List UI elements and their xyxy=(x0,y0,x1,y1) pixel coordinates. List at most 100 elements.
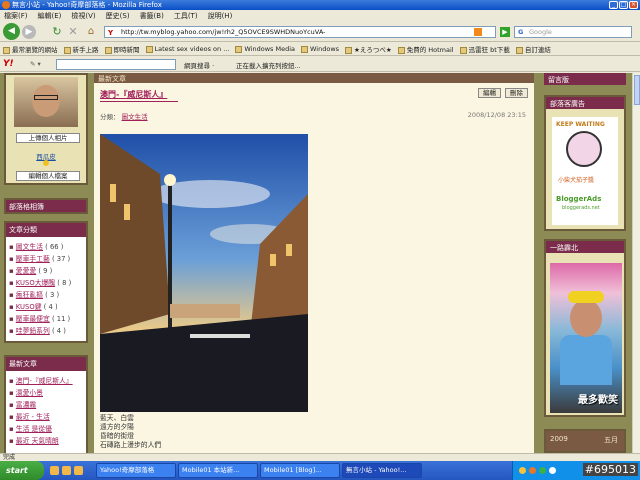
delete-button[interactable]: 刪除 xyxy=(505,88,528,98)
reload-icon[interactable]: ↻ xyxy=(50,25,64,39)
menu-help[interactable]: 說明(H) xyxy=(208,11,233,21)
yahoo-toolbar: Y! ✎ ▾ 網頁搜尋 · 正在載入擴充列按鈕... xyxy=(0,57,640,72)
menu-view[interactable]: 檢視(V) xyxy=(71,11,95,21)
start-button[interactable]: start xyxy=(0,461,44,480)
bookmark-icon xyxy=(345,46,353,54)
rss-icon[interactable] xyxy=(474,28,482,36)
pencil-icon[interactable]: ✎ ▾ xyxy=(30,60,41,68)
go-button[interactable]: ▶ xyxy=(500,27,510,37)
url-bar[interactable]: Y http://tw.myblog.yahoo.com/jw!rh2_Q5OV… xyxy=(104,26,496,38)
scrollbar-thumb[interactable] xyxy=(634,75,640,105)
ad-title: 部落客廣告 xyxy=(546,97,624,109)
category-item: 壓車手工藝 ( 37 ) xyxy=(9,252,83,264)
ad-keep-text: KEEP WAITING xyxy=(556,121,605,128)
category-title: 文章分類 xyxy=(6,223,86,237)
list-item: 澴愛小景 xyxy=(9,386,83,398)
bookmark-icon xyxy=(515,46,523,54)
post-actions: 編輯 刪除 xyxy=(478,88,528,98)
window-title: 無言小站 - Yahoo!奇摩部落格 - Mozilla Firefox xyxy=(12,1,162,9)
photo-box: 一路霹北 最多歡笑 xyxy=(544,239,626,417)
menu-bookmarks[interactable]: 書籤(B) xyxy=(140,11,164,21)
sidebar-photo[interactable]: 最多歡笑 xyxy=(550,263,622,413)
calendar-header: 2009 五月 xyxy=(544,429,626,453)
vertical-scrollbar[interactable] xyxy=(632,73,640,453)
tray-icon[interactable] xyxy=(519,467,526,474)
quick-launch-icon[interactable] xyxy=(50,466,59,475)
guestbook-header[interactable]: 留言版 xyxy=(544,73,626,85)
list-item: 澳門-『威尼斯人』 xyxy=(9,374,83,386)
maximize-button[interactable]: □ xyxy=(619,1,628,9)
menu-history[interactable]: 歷史(S) xyxy=(106,11,130,21)
edit-profile-button[interactable]: 編輯個人檔案 xyxy=(16,171,80,181)
recent-post-link[interactable]: 澳門-『威尼斯人』 xyxy=(16,377,73,385)
yahoo-logo-icon[interactable]: Y! xyxy=(3,59,14,69)
recent-post-link[interactable]: 生活 是從優 xyxy=(16,425,52,433)
bookmark-item[interactable]: ★えろつべ★ xyxy=(345,44,392,54)
category-link[interactable]: 壓車最便宜 xyxy=(16,315,50,323)
category-link[interactable]: KUSO大爆醜 xyxy=(16,279,55,287)
bookmark-icon xyxy=(397,46,405,54)
taskbar-item[interactable]: Mobile01 [Blog]... xyxy=(260,463,340,478)
photo-label: 最多歡笑 xyxy=(578,395,618,406)
menu-edit[interactable]: 編輯(E) xyxy=(38,11,62,21)
status-bar: 完成 xyxy=(0,453,640,461)
minimize-button[interactable]: _ xyxy=(609,1,618,9)
post-date: 2008/12/08 23:15 xyxy=(467,111,526,119)
post-title[interactable]: 澳門-『威尼斯人』 xyxy=(100,89,178,102)
quick-launch-icon[interactable] xyxy=(74,466,83,475)
tray-icon[interactable] xyxy=(529,467,536,474)
post-category-link[interactable]: 圖文生活 xyxy=(122,113,148,121)
home-icon[interactable]: ⌂ xyxy=(84,25,98,39)
category-box: 文章分類 圖文生活 ( 66 ) 壓車手工藝 ( 37 ) 愛愛愛 ( 9 ) … xyxy=(4,221,88,343)
bookmark-item[interactable]: 迅雷狂 bt下載 xyxy=(459,44,510,54)
close-button[interactable]: × xyxy=(629,1,638,9)
stop-icon[interactable]: ✕ xyxy=(66,25,80,39)
category-link[interactable]: 哇夢鉛系列 xyxy=(16,327,50,335)
menu-tools[interactable]: 工具(T) xyxy=(174,11,198,21)
recent-post-link[interactable]: 澴愛小景 xyxy=(16,389,43,397)
category-link[interactable]: 瘋狂亂摳 xyxy=(16,291,43,299)
quick-launch-icon[interactable] xyxy=(62,466,71,475)
category-link[interactable]: 壓車手工藝 xyxy=(16,255,50,263)
post-photo[interactable] xyxy=(100,134,308,412)
taskbar-item[interactable]: Mobile01 本站新... xyxy=(178,463,258,478)
back-button[interactable]: ◀ xyxy=(3,23,20,40)
bookmark-item[interactable]: 免費的 Hotmail xyxy=(397,44,454,54)
tray-icon[interactable] xyxy=(539,467,546,474)
recent-post-link[interactable]: 最近 天氣晴朗 xyxy=(16,437,59,445)
category-link[interactable]: KUSO鍵 xyxy=(16,303,42,311)
yahoo-search-button[interactable]: 網頁搜尋 · xyxy=(184,60,214,70)
list-item: 最近 天氣晴朗 xyxy=(9,434,83,446)
list-item: 生活 是從優 xyxy=(9,422,83,434)
taskbar-item[interactable]: Yahoo!奇摩部落格 xyxy=(96,463,176,478)
recent-post-link[interactable]: 最近 - 生活 xyxy=(16,413,50,421)
bookmark-item[interactable]: 最常瀏覽的網站 xyxy=(3,44,58,54)
menu-file[interactable]: 檔案(F) xyxy=(4,11,28,21)
category-item: 壓車最便宜 ( 11 ) xyxy=(9,312,83,324)
bookmark-item[interactable]: Windows xyxy=(301,45,339,53)
yahoo-search-input[interactable] xyxy=(56,59,176,70)
window-title-bar[interactable]: 無言小站 - Yahoo!奇摩部落格 - Mozilla Firefox _ □… xyxy=(0,0,640,10)
category-link[interactable]: 圖文生活 xyxy=(16,243,43,251)
recent-post-link[interactable]: 富濃霧 xyxy=(16,401,36,409)
upload-photo-button[interactable]: 上傳個人相片 xyxy=(16,133,80,143)
category-item: 愛愛愛 ( 9 ) xyxy=(9,264,83,276)
category-link[interactable]: 愛愛愛 xyxy=(16,267,36,275)
taskbar-item-active[interactable]: 無言小站 - Yahoo!... xyxy=(342,463,422,478)
album-link[interactable]: 部落格相簿 xyxy=(4,198,88,214)
forward-button[interactable]: ▶ xyxy=(22,25,36,39)
post-caption: 藍天、白雲 遠方的夕陽 昏暗的街燈 石磚路上漫步的人們 xyxy=(100,414,162,449)
bookmark-item[interactable]: 自訂連結 xyxy=(515,44,551,54)
edit-button[interactable]: 編輯 xyxy=(478,88,501,98)
bookmark-item[interactable]: Windows Media xyxy=(235,45,295,53)
ad-banner[interactable]: KEEP WAITING 小柴犬茄子醬 BloggerAds bloggerad… xyxy=(552,117,618,225)
tray-icon[interactable] xyxy=(549,467,556,474)
bookmark-item[interactable]: 新手上路 xyxy=(63,44,99,54)
search-input[interactable]: G Google xyxy=(514,26,632,38)
search-placeholder: Google xyxy=(529,28,552,36)
bookmark-item[interactable]: 即時新聞 xyxy=(104,44,140,54)
bookmark-item[interactable]: Latest sex videos on ... xyxy=(145,45,229,53)
category-item: 圖文生活 ( 66 ) xyxy=(9,240,83,252)
calendar-year[interactable]: 2009 xyxy=(550,435,568,443)
calendar-month[interactable]: 五月 xyxy=(604,435,618,445)
